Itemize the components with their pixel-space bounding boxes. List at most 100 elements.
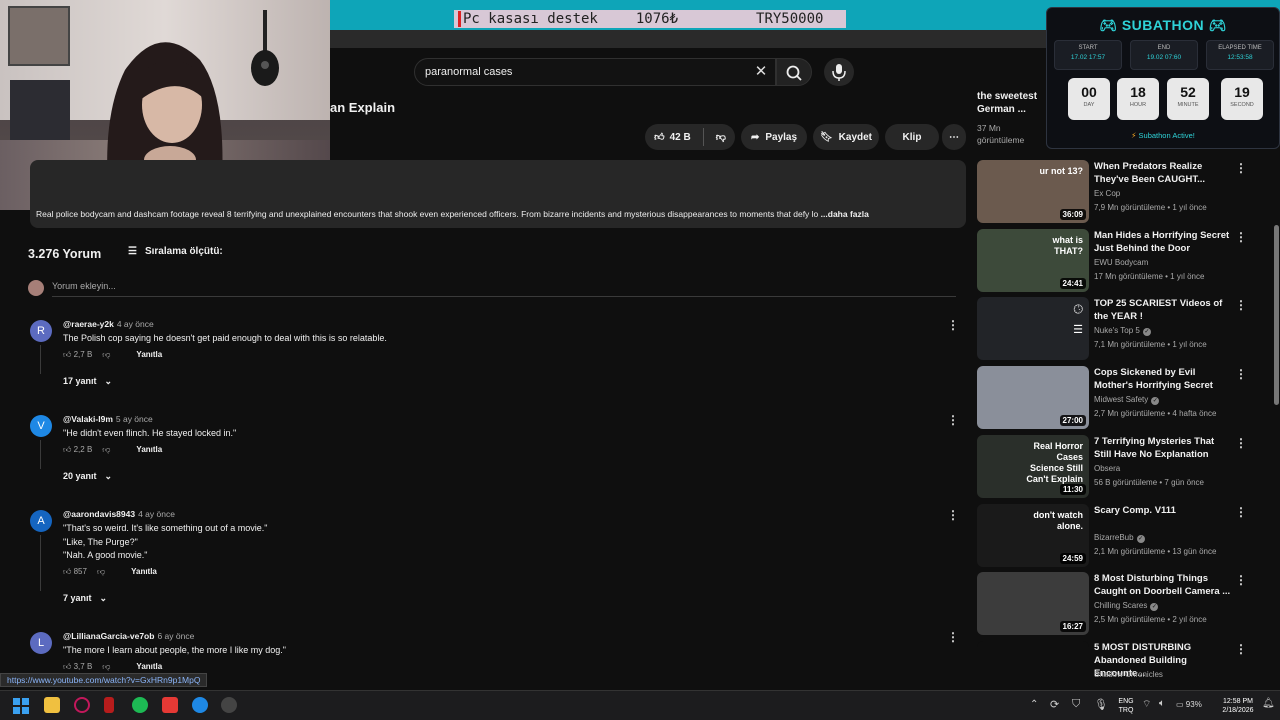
comment-author-line: @Valaki-I9m 5 ay önce <box>63 414 153 424</box>
replies-count: 7 yanıt <box>63 593 92 603</box>
video-menu-icon[interactable]: ⋮ <box>1235 298 1247 312</box>
like-button[interactable]: 👍︎ 2,2 B <box>63 445 92 455</box>
comment-likes: 2,7 B <box>73 349 93 359</box>
queue-icon[interactable]: ☰ <box>1073 323 1083 336</box>
app-icon[interactable] <box>74 697 90 713</box>
video-thumbnail[interactable]: 27:00 <box>977 366 1089 429</box>
comment-author[interactable]: @raerae-y2k <box>63 319 114 329</box>
avatar[interactable]: V <box>30 415 52 437</box>
clear-search-icon[interactable]: ✕ <box>752 63 770 81</box>
comment-time[interactable]: 4 ay önce <box>138 509 175 519</box>
more-actions-button[interactable]: ⋯ <box>942 124 966 150</box>
verified-icon: ✓ <box>1151 397 1160 405</box>
related-video-channel[interactable]: Ex Cop <box>1094 189 1120 198</box>
related-video-title[interactable]: Man Hides a Horrifying Secret Just Behin… <box>1094 229 1232 255</box>
comment-time[interactable]: 5 ay önce <box>116 414 153 424</box>
like-button[interactable]: 👍︎ 3,7 B <box>63 662 92 672</box>
replies-toggle[interactable]: 17 yanıt ⌄ <box>63 376 112 387</box>
spotify-icon[interactable] <box>132 697 148 713</box>
related-video-channel[interactable]: BizarreBub ✓ <box>1094 533 1145 543</box>
channel-name: Obsera <box>1094 464 1121 473</box>
avatar[interactable]: L <box>30 632 52 654</box>
save-button[interactable]: 🔖︎ Kaydet <box>813 124 879 150</box>
comment-time[interactable]: 4 ay önce <box>117 319 154 329</box>
notification-bell-icon[interactable]: 🔔︎ <box>1262 698 1275 709</box>
related-video-title[interactable]: 7 Terrifying Mysteries That Still Have N… <box>1094 435 1232 461</box>
video-menu-icon[interactable]: ⋮ <box>1235 573 1247 587</box>
reply-button[interactable]: Yanıtla <box>131 567 157 576</box>
video-thumbnail[interactable]: what is THAT? 24:41 <box>977 229 1089 292</box>
scrollbar-thumb[interactable] <box>1274 225 1279 405</box>
share-button[interactable]: ➦ Paylaş <box>741 124 807 150</box>
add-comment-underline <box>52 296 956 297</box>
clock[interactable]: 12:58 PM 2/18/2026 <box>1216 697 1260 715</box>
search-button[interactable] <box>776 58 812 86</box>
avatar[interactable]: R <box>30 320 52 342</box>
video-menu-icon[interactable]: ⋮ <box>1235 367 1247 381</box>
avatar[interactable]: A <box>30 510 52 532</box>
related-video-channel[interactable]: Nuke's Top 5 ✓ <box>1094 326 1151 336</box>
related-video-channel[interactable]: EWU Bodycam <box>1094 258 1148 267</box>
comment-author[interactable]: @LillianaGarcia-ve7ob <box>63 631 154 641</box>
chevron-up-icon[interactable]: ⌃ <box>1030 699 1038 710</box>
dislike-button[interactable]: 👎︎ <box>716 131 726 143</box>
comment-time[interactable]: 6 ay önce <box>157 631 194 641</box>
dislike-button[interactable]: 👎︎ <box>102 350 110 360</box>
related-video-channel[interactable]: Shadow Chronicles <box>1094 670 1163 679</box>
battery-indicator[interactable]: ▭ 93% <box>1176 700 1202 709</box>
file-explorer-icon[interactable] <box>44 697 60 713</box>
previous-video-title[interactable]: the sweetest German ... <box>977 90 1047 116</box>
browser-icon[interactable] <box>192 697 208 713</box>
related-video-title[interactable]: Cops Sickened by Evil Mother's Horrifyin… <box>1094 366 1232 392</box>
video-menu-icon[interactable]: ⋮ <box>1235 642 1247 656</box>
related-video-channel[interactable]: Chilling Scares ✓ <box>1094 601 1159 611</box>
clip-button[interactable]: Klip <box>885 124 939 150</box>
related-video-channel[interactable]: Obsera <box>1094 464 1120 473</box>
dislike-button[interactable]: 👎︎ <box>97 567 105 577</box>
video-thumbnail[interactable]: don't watch alone. 24:59 <box>977 504 1089 567</box>
app-icon[interactable] <box>221 697 237 713</box>
comment-author[interactable]: @Valaki-I9m <box>63 414 113 424</box>
sort-button[interactable]: ☰ Sıralama ölçütü: <box>128 246 223 257</box>
reply-button[interactable]: Yanıtla <box>136 662 162 671</box>
comment-menu-icon[interactable]: ⋮ <box>947 630 959 644</box>
related-video-channel[interactable]: Midwest Safety ✓ <box>1094 395 1160 405</box>
comment-menu-icon[interactable]: ⋮ <box>947 413 959 427</box>
reply-button[interactable]: Yanıtla <box>136 445 162 454</box>
video-thumbnail[interactable]: Real Horror Cases Science Still Can't Ex… <box>977 435 1089 498</box>
youtube-icon[interactable] <box>162 697 178 713</box>
wifi-icon[interactable]: ⌔ <box>1142 698 1151 711</box>
related-video-title[interactable]: TOP 25 SCARIEST Videos of the YEAR ! <box>1094 297 1232 323</box>
like-button[interactable]: 👍︎ 42 B <box>654 131 691 144</box>
add-comment-input[interactable]: Yorum ekleyin... <box>52 281 116 291</box>
replies-toggle[interactable]: 7 yanıt ⌄ <box>63 593 107 604</box>
video-menu-icon[interactable]: ⋮ <box>1235 230 1247 244</box>
clock-icon[interactable]: 🕓︎ <box>1074 302 1084 317</box>
like-button[interactable]: 👍︎ 2,7 B <box>63 350 92 360</box>
voice-search-button[interactable] <box>824 58 854 86</box>
comment-author[interactable]: @aarondavis8943 <box>63 509 135 519</box>
language-indicator[interactable]: ENG TRQ <box>1114 697 1138 715</box>
video-thumbnail[interactable]: ur not 13? 36:09 <box>977 160 1089 223</box>
windows-start-icon[interactable] <box>13 698 29 714</box>
comment-menu-icon[interactable]: ⋮ <box>947 508 959 522</box>
dislike-button[interactable]: 👎︎ <box>102 662 110 672</box>
replies-toggle[interactable]: 20 yanıt ⌄ <box>63 471 112 482</box>
related-video-title[interactable]: When Predators Realize They've Been CAUG… <box>1094 160 1232 186</box>
comment-menu-icon[interactable]: ⋮ <box>947 318 959 332</box>
app-icon[interactable] <box>104 697 114 713</box>
video-menu-icon[interactable]: ⋮ <box>1235 436 1247 450</box>
video-thumbnail[interactable]: 16:27 <box>977 572 1089 635</box>
like-button[interactable]: 👍︎ 857 <box>63 567 87 577</box>
video-thumbnail[interactable]: 🕓︎ ☰ <box>977 297 1089 360</box>
search-input[interactable]: paranormal cases <box>414 58 776 86</box>
related-video-title[interactable]: Scary Comp. V111 <box>1094 504 1232 517</box>
speaker-icon[interactable]: 🔈︎ <box>1159 698 1165 709</box>
reply-button[interactable]: Yanıtla <box>136 350 162 359</box>
description-more-link[interactable]: ...daha fazla <box>821 209 869 219</box>
dislike-button[interactable]: 👎︎ <box>102 445 110 455</box>
verified-icon: ✓ <box>1142 328 1151 336</box>
video-menu-icon[interactable]: ⋮ <box>1235 161 1247 175</box>
related-video-title[interactable]: 8 Most Disturbing Things Caught on Doorb… <box>1094 572 1232 598</box>
video-menu-icon[interactable]: ⋮ <box>1235 505 1247 519</box>
